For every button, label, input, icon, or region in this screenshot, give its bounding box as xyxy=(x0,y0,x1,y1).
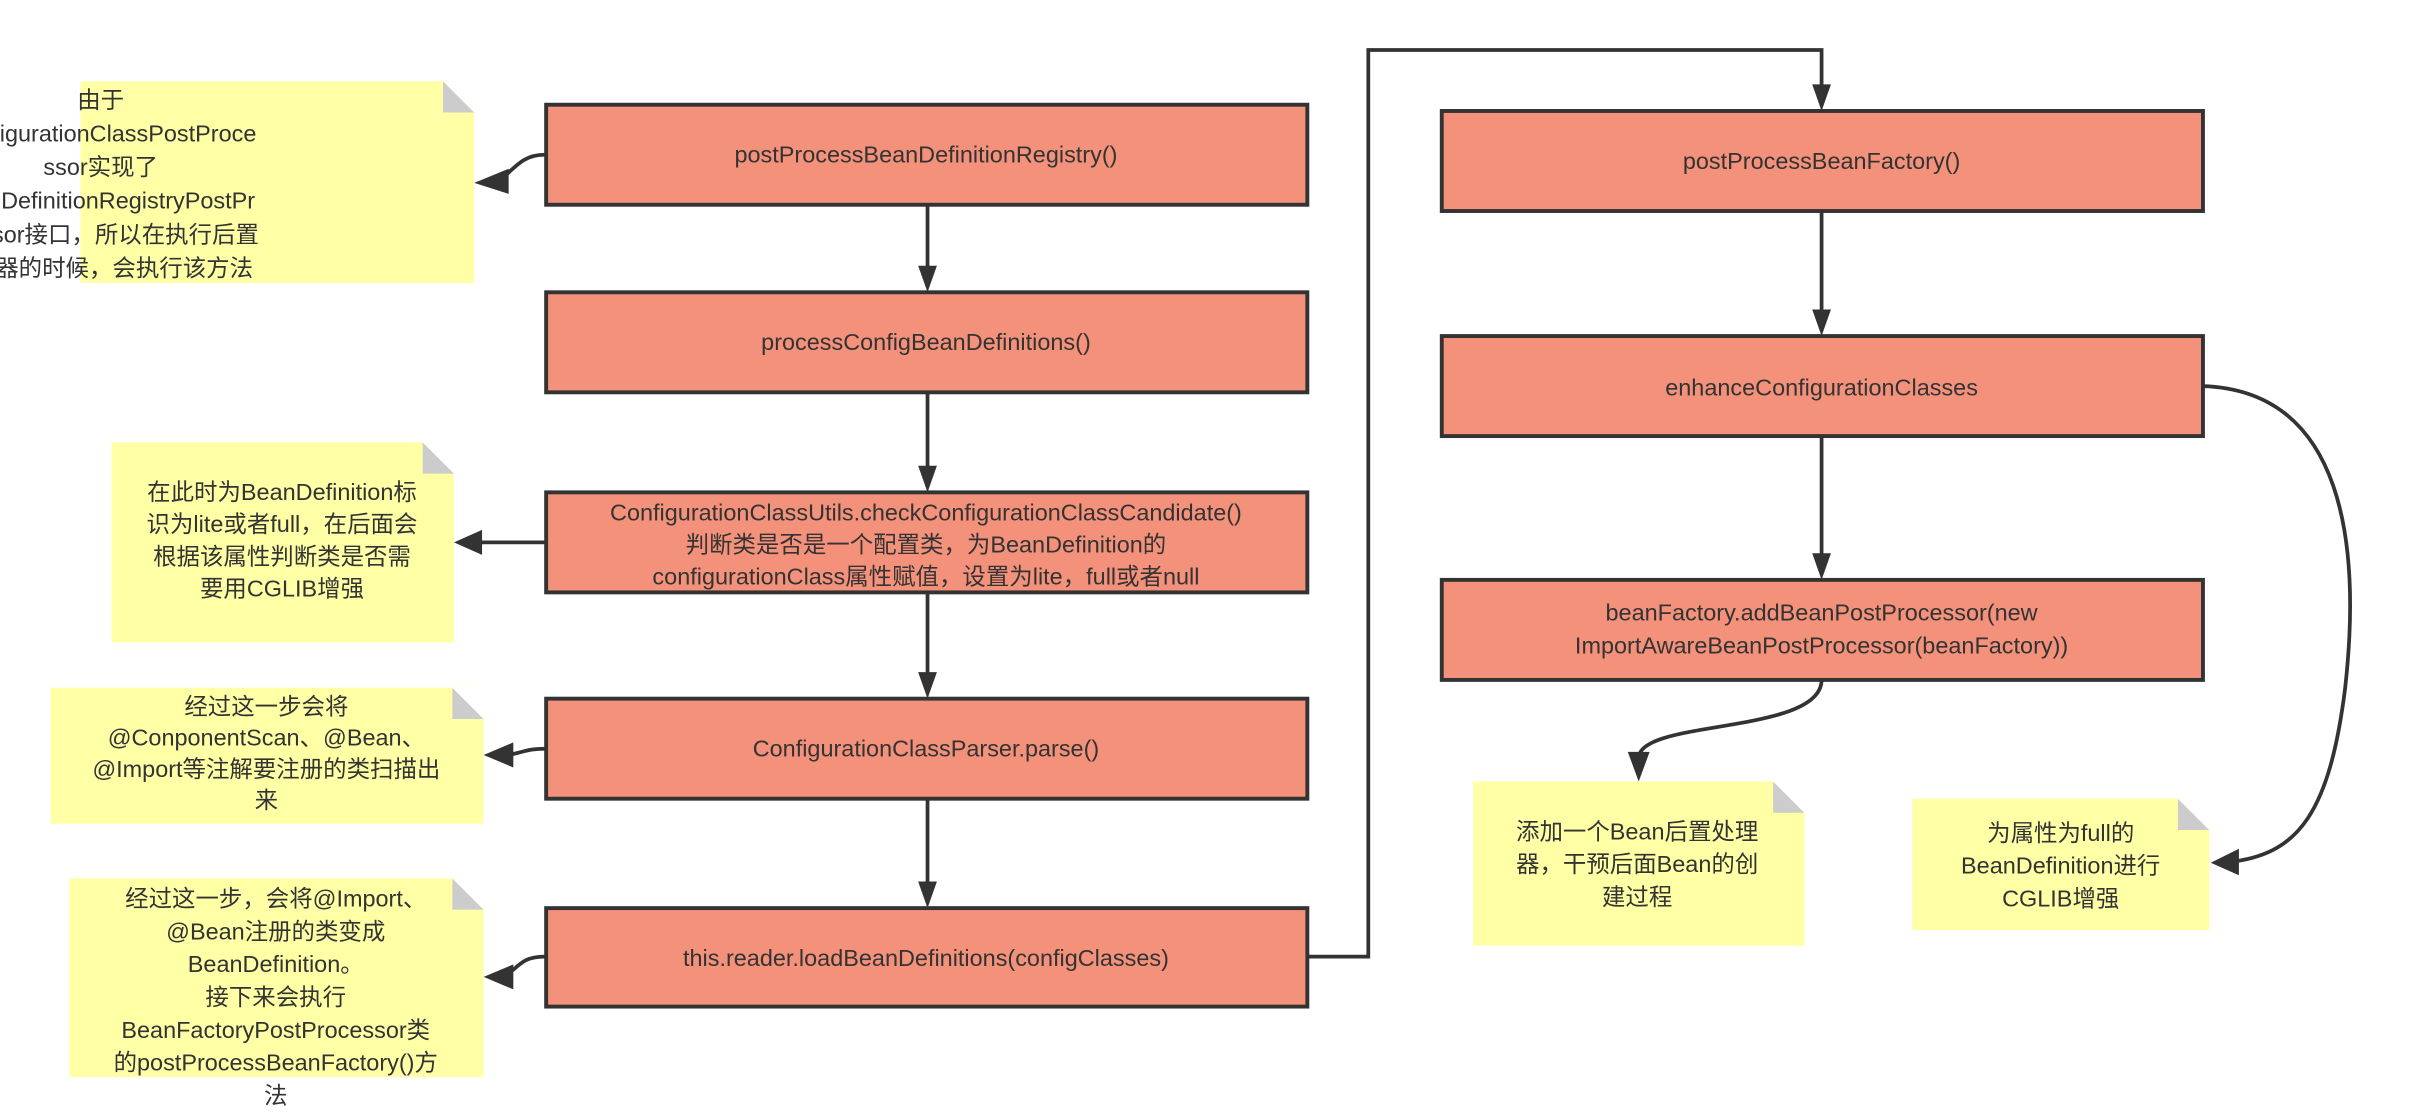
note-text: @ConponentScan、@Bean、 xyxy=(108,725,425,751)
process-label: ImportAwareBeanPostProcessor(beanFactory… xyxy=(1575,632,2068,658)
arrowhead xyxy=(483,964,514,990)
process-label: postProcessBeanFactory() xyxy=(1683,148,1960,174)
process-label: ConfigurationClassParser.parse() xyxy=(753,736,1100,762)
process-label: this.reader.loadBeanDefinitions(configCl… xyxy=(683,945,1169,971)
note-text: COnfigurationClassPostProce xyxy=(0,120,256,146)
note-text: 法 xyxy=(264,1082,287,1108)
arrowhead xyxy=(483,742,514,768)
note-text: BeanFactoryPostProcessor类 xyxy=(121,1017,430,1043)
process-p3[interactable]: ConfigurationClassUtils.checkConfigurati… xyxy=(544,490,1310,595)
edge-p4-n3 xyxy=(508,746,545,757)
process-label: 判断类是否是一个配置类，为BeanDefinition的 xyxy=(686,532,1167,558)
note-text: CGLIB增强 xyxy=(2002,886,2119,912)
process-p1[interactable]: postProcessBeanDefinitionRegistry() xyxy=(544,102,1310,207)
note-text: 经过这一步会将 xyxy=(184,693,348,719)
edge-p8-n5 xyxy=(1636,679,1824,759)
arrowhead xyxy=(918,465,937,493)
flow-diagram: 由于 COnfigurationClassPostProce ssor实现了 Bean… xyxy=(0,48,2352,1108)
note-text: @Import等注解要注册的类扫描出 xyxy=(92,756,440,782)
process-label: ConfigurationClassUtils.checkConfigurati… xyxy=(610,499,1242,525)
note-text: BeanDefinition。 xyxy=(188,951,364,977)
note-text: ocessor接口，所以在执行后置 xyxy=(0,221,259,247)
arrowhead xyxy=(1812,84,1831,111)
note-text: BeanDefinitionRegistryPostPr xyxy=(0,188,255,214)
note-text: 来 xyxy=(255,787,278,813)
note-text: 由于 xyxy=(77,87,124,113)
edge-p5-n4 xyxy=(507,954,545,976)
arrowhead xyxy=(918,881,937,909)
note-text: BeanDefinition进行 xyxy=(1961,853,2160,879)
process-p8[interactable]: beanFactory.addBeanPostProcessor(new Impo… xyxy=(1439,577,2205,682)
note-text: 为属性为full的 xyxy=(1987,820,2134,846)
note-text: ssor实现了 xyxy=(43,154,158,180)
process-p6[interactable]: postProcessBeanFactory() xyxy=(1439,109,2205,213)
arrowhead xyxy=(1812,309,1831,337)
arrowhead xyxy=(1812,553,1831,580)
process-p7[interactable]: enhanceConfigurationClasses xyxy=(1439,334,2205,439)
arrowhead xyxy=(474,168,509,194)
note-text: 添加一个Bean后置处理 xyxy=(1516,818,1758,844)
process-p5[interactable]: this.reader.loadBeanDefinitions(configCl… xyxy=(544,906,1310,1009)
arrowhead xyxy=(918,265,937,293)
process-label: enhanceConfigurationClasses xyxy=(1665,374,1978,400)
note-n1: 由于 COnfigurationClassPostProce ssor实现了 Bean… xyxy=(0,81,475,283)
process-label: configurationClass属性赋值，设置为lite，full或者nul… xyxy=(652,564,1199,590)
note-text: 建过程 xyxy=(1602,884,1672,910)
note-text: 根据该属性判断类是否需 xyxy=(153,543,411,569)
arrowhead xyxy=(918,672,937,699)
process-label: beanFactory.addBeanPostProcessor(new xyxy=(1606,600,2038,626)
process-label: processConfigBeanDefinitions() xyxy=(761,329,1091,355)
note-text: 在此时为BeanDefinition标 xyxy=(147,479,417,505)
edge-p7-n6 xyxy=(2202,384,2352,864)
note-text: 处理器的时候，会执行该方法 xyxy=(0,255,253,281)
note-n3: 经过这一步会将 @ConponentScan、@Bean、 @Import等注解要注… xyxy=(50,687,484,824)
arrowhead xyxy=(2210,848,2239,876)
arrowhead xyxy=(453,529,483,555)
process-p4[interactable]: ConfigurationClassParser.parse() xyxy=(544,696,1310,801)
note-text: 经过这一步，会将@Import、 xyxy=(125,886,426,912)
note-text: 接下来会执行 xyxy=(205,984,346,1010)
note-text: @Bean注册的类变成 xyxy=(166,918,385,944)
note-n2: 在此时为BeanDefinition标识为lite或者full，在后面会根据该属… xyxy=(111,442,454,643)
note-n6: 为属性为full的 BeanDefinition进行 CGLIB增强 xyxy=(1912,798,2210,930)
note-text: 要用CGLIB增强 xyxy=(200,575,364,601)
process-label: postProcessBeanDefinitionRegistry() xyxy=(734,142,1117,168)
note-text: 器，干预后面Bean的创 xyxy=(1516,851,1758,877)
process-p2[interactable]: processConfigBeanDefinitions() xyxy=(544,290,1310,395)
note-n4: 经过这一步，会将@Import、 @Bean注册的类变成 BeanDefinitio… xyxy=(69,878,484,1108)
note-text: 识为lite或者full，在后面会 xyxy=(147,511,418,537)
note-n5: 添加一个Bean后置处理器，干预后面Bean的创建过程 xyxy=(1473,781,1805,946)
note-text: 的postProcessBeanFactory()方 xyxy=(114,1050,438,1076)
arrowhead xyxy=(1627,751,1650,782)
